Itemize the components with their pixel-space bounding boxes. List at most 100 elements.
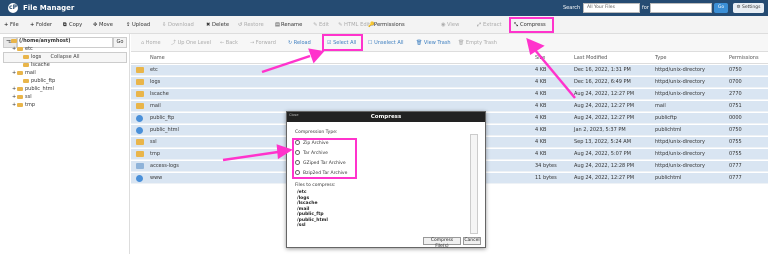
download-button[interactable]: ⇩ Download	[162, 20, 194, 30]
cell-perms: 0000	[729, 115, 742, 121]
toolbar-label: View	[447, 22, 460, 28]
restore-button[interactable]: ↺ Restore	[238, 20, 264, 30]
top-bar: cP File Manager Search All Your Files fo…	[0, 0, 768, 16]
search-label: Search	[563, 5, 581, 11]
toolbar-label: Folder	[36, 22, 53, 28]
cell-modified: Aug 24, 2022, 12:27 PM	[574, 115, 635, 121]
tree-item[interactable]: + ssl	[12, 94, 32, 101]
folder-icon	[136, 139, 144, 145]
table-row[interactable]: lscache 4 KB Aug 24, 2022, 12:27 PM httpd/u…	[131, 89, 768, 100]
tree-item[interactable]: + public_html	[12, 86, 54, 93]
cell-name: mail	[150, 103, 161, 109]
toolbar-label: File	[10, 22, 19, 28]
select-all-highlight-box	[322, 34, 363, 51]
folder-icon	[136, 103, 144, 109]
cell-modified: Dec 16, 2022, 1:31 PM	[574, 67, 631, 73]
view-trash-button[interactable]: 🗑 View Trash	[416, 39, 451, 47]
globe-icon	[136, 127, 143, 134]
header-size[interactable]: Size	[535, 55, 545, 62]
folder-icon	[23, 54, 29, 59]
unselect-all-button[interactable]: ☐ Unselect All	[368, 39, 404, 47]
new-folder-button[interactable]: + Folder	[30, 20, 52, 30]
settings-button[interactable]: ⚙ Settings	[733, 3, 764, 13]
cell-perms: 0777	[729, 163, 742, 169]
compress-file-item: /mail	[297, 206, 310, 212]
compress-file-item: /public_html	[297, 217, 328, 223]
search-input[interactable]	[650, 3, 712, 13]
tree-label: lscache	[31, 62, 50, 68]
header-modified[interactable]: Last Modified	[574, 55, 607, 62]
navigation-bar: ⌂ Home ⤴ Up One Level ← Back → Forward ↻…	[131, 34, 768, 52]
permissions-button[interactable]: 🔑Permissions	[368, 20, 405, 30]
copy-button[interactable]: ⧉ Copy	[63, 20, 82, 30]
cell-name: tmp	[150, 151, 161, 157]
file-icon	[136, 163, 144, 169]
folder-icon	[17, 86, 23, 91]
tree-item[interactable]: logs	[18, 54, 41, 61]
tree-item[interactable]: − (/home/anymhost)	[6, 38, 71, 45]
dialog-scrollbar[interactable]	[470, 134, 478, 234]
cell-modified: Aug 24, 2022, 12:28 PM	[574, 163, 635, 169]
cell-modified: Aug 24, 2022, 12:27 PM	[574, 175, 635, 181]
table-row[interactable]: logs 4 KB Dec 16, 2022, 6:49 PM httpd/unix-…	[131, 77, 768, 88]
folder-icon	[17, 94, 23, 99]
new-file-button[interactable]: + File	[4, 20, 19, 30]
empty-trash-button[interactable]: 🗑 Empty Trash	[458, 39, 497, 47]
cancel-button[interactable]: Cancel	[463, 237, 481, 245]
main-toolbar: + File + Folder ⧉ Copy ✥ Move ⇪ Upload ⇩ Downl…	[0, 16, 768, 34]
folder-icon	[136, 91, 144, 97]
folder-icon	[136, 151, 144, 157]
header-permissions[interactable]: Permissions	[729, 55, 759, 62]
cell-size: 4 KB	[535, 151, 547, 157]
compress-file-item: /public_ftp	[297, 212, 324, 217]
cell-modified: Dec 16, 2022, 6:49 PM	[574, 79, 631, 85]
up-one-level-button[interactable]: ⤴ Up One Level	[171, 39, 211, 47]
cell-modified: Jan 2, 2023, 5:37 PM	[574, 127, 626, 133]
upload-button[interactable]: ⇪ Upload	[126, 20, 150, 30]
extract-button[interactable]: ⤢ Extract	[477, 20, 502, 30]
toolbar-label: Copy	[69, 22, 83, 28]
cell-size: 4 KB	[535, 79, 547, 85]
rename-button[interactable]: ▤Rename	[275, 20, 302, 30]
header-name[interactable]: Name	[150, 55, 165, 62]
toolbar-label: Restore	[244, 22, 264, 28]
view-button[interactable]: ◉View	[441, 20, 459, 30]
compress-highlight-box	[509, 17, 554, 33]
cell-type: publicftp	[655, 115, 677, 121]
sidebar: ⌂ Go Collapse All − (/home/anymhost) + etc l…	[0, 34, 130, 254]
edit-button[interactable]: ✎ Edit	[313, 20, 329, 30]
cell-name: public_ftp	[150, 115, 175, 121]
delete-button[interactable]: ✖ Delete	[206, 20, 229, 30]
tree-label: tmp	[25, 102, 36, 108]
home-button[interactable]: ⌂ Home	[141, 39, 161, 47]
forward-button[interactable]: → Forward	[250, 39, 276, 47]
move-button[interactable]: ✥ Move	[93, 20, 113, 30]
path-go-button[interactable]: Go	[113, 37, 127, 48]
cell-perms: 0777	[729, 175, 742, 181]
cell-size: 4 KB	[535, 139, 547, 145]
cell-type: publichtml	[655, 175, 682, 181]
tree-item[interactable]: public_ftp	[18, 78, 55, 85]
search-go-button[interactable]: Go	[714, 3, 728, 13]
tree-label: (/home/anymhost)	[19, 38, 71, 44]
header-type[interactable]: Type	[655, 55, 666, 62]
cell-perms: 0700	[729, 79, 742, 85]
tree-label: etc	[25, 46, 33, 52]
reload-button[interactable]: ↻ Reload	[288, 39, 311, 47]
cell-type: httpd/unix-directory	[655, 79, 705, 85]
dialog-close-button[interactable]: Close	[289, 113, 299, 118]
folder-icon	[136, 67, 144, 73]
cell-perms: 0755	[729, 151, 742, 157]
cell-size: 4 KB	[535, 103, 547, 109]
for-label: for	[642, 5, 649, 11]
search-scope-select[interactable]: All Your Files	[583, 3, 640, 13]
tree-item[interactable]: + etc	[12, 46, 33, 53]
compress-files-button[interactable]: Compress File(s)	[423, 237, 461, 249]
table-row[interactable]: etc 4 KB Dec 16, 2022, 1:31 PM httpd/unix-d…	[131, 65, 768, 76]
tree-item[interactable]: + tmp	[12, 102, 35, 109]
tree-item[interactable]: lscache	[18, 62, 50, 69]
back-button[interactable]: ← Back	[220, 39, 238, 47]
folder-icon	[23, 78, 29, 83]
compression-options-highlight-box	[292, 138, 357, 179]
tree-item[interactable]: + mail	[12, 70, 36, 77]
